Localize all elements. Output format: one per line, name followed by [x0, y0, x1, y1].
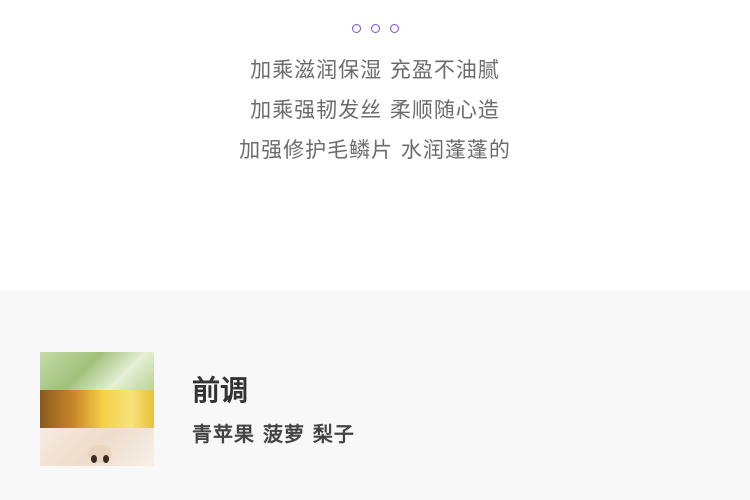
dot-icon [370, 24, 380, 33]
note-heading: 前调 [192, 374, 249, 407]
product-feature-section: ▀▀▀▀▀ ▀▀▀▀ 加乘滋润保湿 充盈不油腻 加乘强韧发丝 柔顺随心造 加强修… [0, 0, 750, 290]
decorative-dots [0, 24, 750, 33]
pear-seeds-icon [88, 445, 112, 463]
fruit-collage-image [40, 352, 154, 466]
green-apple-image [40, 352, 154, 390]
fragrance-notes-section: 前调 青苹果 菠萝 梨子 [0, 290, 750, 500]
feature-list: 加乘滋润保湿 充盈不油腻 加乘强韧发丝 柔顺随心造 加强修护毛鳞片 水润蓬蓬的 [0, 52, 750, 172]
feature-line: 加乘滋润保湿 充盈不油腻 [250, 58, 500, 82]
pineapple-image [40, 390, 154, 428]
note-ingredients: 青苹果 菠萝 梨子 [192, 422, 355, 446]
dot-icon [389, 24, 399, 33]
dot-icon [351, 24, 361, 33]
feature-line: 加强修护毛鳞片 水润蓬蓬的 [239, 138, 511, 162]
section-title-clipped: ▀▀▀▀▀ ▀▀▀▀ [0, 0, 750, 13]
feature-line: 加乘强韧发丝 柔顺随心造 [250, 98, 500, 122]
pear-image [40, 428, 154, 466]
note-text-block: 前调 青苹果 菠萝 梨子 [192, 372, 355, 447]
